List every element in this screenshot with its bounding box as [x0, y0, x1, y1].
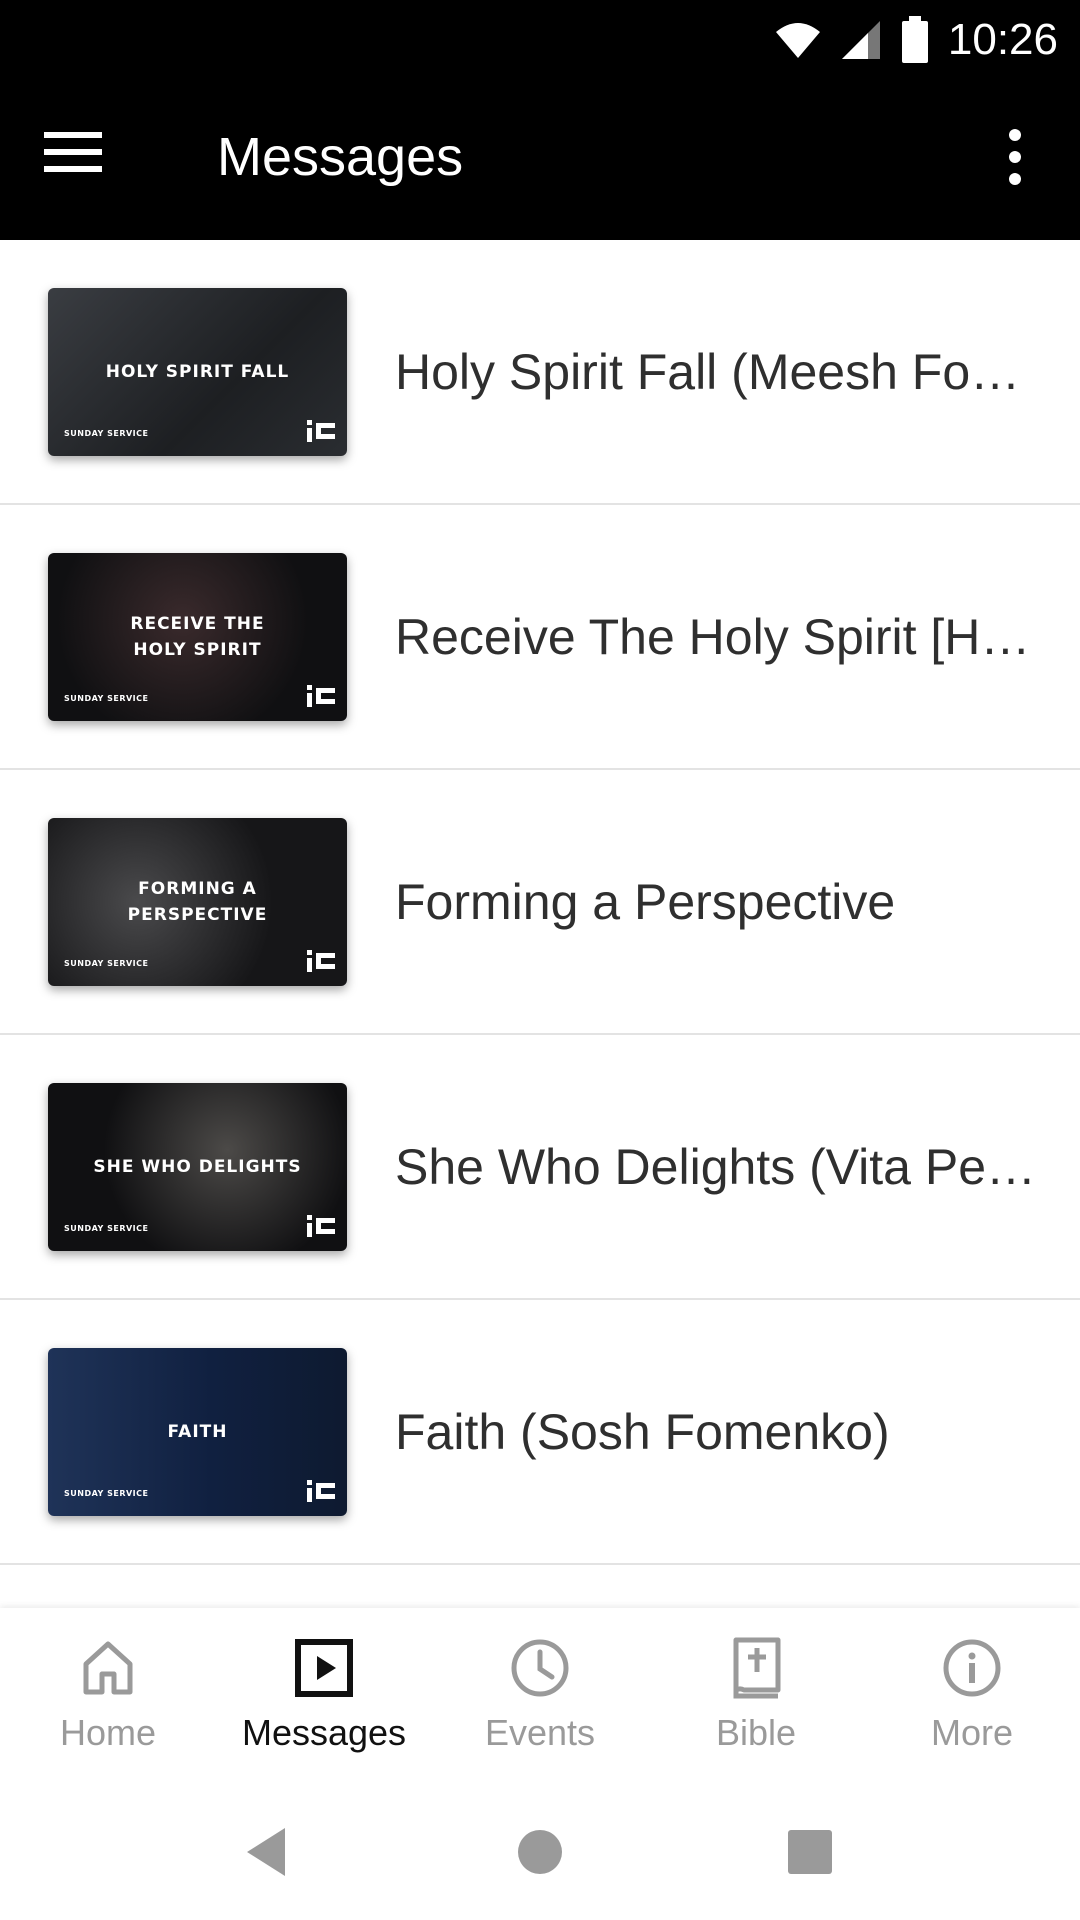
thumbnail-title: SHE WHO DELIGHTS: [93, 1157, 302, 1177]
church-logo-icon: [307, 1215, 335, 1237]
wifi-icon: [775, 23, 820, 58]
message-thumbnail: HOLY SPIRIT FALL SUNDAY SERVICE: [48, 288, 347, 456]
message-list: HOLY SPIRIT FALL SUNDAY SERVICE Holy Spi…: [0, 240, 1080, 1565]
message-title: Receive The Holy Spirit [H…: [395, 608, 1031, 665]
app-bar: Messages: [0, 80, 1080, 240]
thumbnail-subtitle: SUNDAY SERVICE: [64, 959, 149, 968]
nav-messages[interactable]: Messages: [216, 1608, 432, 1780]
thumbnail-title: FORMING A PERSPECTIVE: [127, 879, 268, 925]
message-thumbnail: RECEIVE THE HOLY SPIRIT SUNDAY SERVICE: [48, 553, 347, 721]
thumbnail-title: RECEIVE THE HOLY SPIRIT: [130, 614, 265, 660]
message-item[interactable]: HOLY SPIRIT FALL SUNDAY SERVICE Holy Spi…: [0, 240, 1080, 505]
bible-icon: [733, 1637, 781, 1699]
church-logo-icon: [307, 950, 335, 972]
thumbnail-title: FAITH: [167, 1422, 228, 1442]
status-time: 10:26: [947, 15, 1058, 64]
home-circle-icon[interactable]: [510, 1822, 570, 1882]
status-icons: 10:26: [774, 10, 1058, 70]
recents-square-icon[interactable]: [780, 1822, 840, 1882]
hamburger-menu-icon: [44, 132, 102, 172]
overflow-menu-button[interactable]: [980, 125, 1050, 195]
message-item[interactable]: RECEIVE THE HOLY SPIRIT SUNDAY SERVICE R…: [0, 505, 1080, 770]
thumbnail-subtitle: SUNDAY SERVICE: [64, 429, 149, 438]
clock-icon: [511, 1639, 569, 1697]
system-navigation-bar: [0, 1780, 1080, 1920]
thumbnail-subtitle: SUNDAY SERVICE: [64, 694, 149, 703]
message-item[interactable]: FORMING A PERSPECTIVE SUNDAY SERVICE For…: [0, 770, 1080, 1035]
status-bar: 10:26: [0, 0, 1080, 80]
church-logo-icon: [307, 685, 335, 707]
bottom-navigation: Home Messages Events Bible More: [0, 1608, 1080, 1780]
thumbnail-subtitle: SUNDAY SERVICE: [64, 1489, 149, 1498]
message-thumbnail: FORMING A PERSPECTIVE SUNDAY SERVICE: [48, 818, 347, 986]
message-title: She Who Delights (Vita Pe…: [395, 1138, 1037, 1195]
back-icon[interactable]: [237, 1822, 297, 1882]
info-icon: [943, 1639, 1001, 1697]
nav-events-label: Events: [484, 1712, 596, 1753]
nav-events[interactable]: Events: [432, 1608, 648, 1780]
page-title: Messages: [217, 127, 464, 187]
message-title: Forming a Perspective: [395, 873, 896, 930]
nav-more[interactable]: More: [864, 1608, 1080, 1780]
play-square-icon: [295, 1639, 353, 1697]
nav-bible-label: Bible: [715, 1712, 797, 1753]
message-thumbnail: FAITH SUNDAY SERVICE: [48, 1348, 347, 1516]
message-thumbnail: SHE WHO DELIGHTS SUNDAY SERVICE: [48, 1083, 347, 1251]
menu-button[interactable]: [44, 130, 116, 190]
message-item[interactable]: SHE WHO DELIGHTS SUNDAY SERVICE She Who …: [0, 1035, 1080, 1300]
nav-home-label: Home: [59, 1712, 157, 1753]
nav-home[interactable]: Home: [0, 1608, 216, 1780]
message-item[interactable]: FAITH SUNDAY SERVICE Faith (Sosh Fomenko…: [0, 1300, 1080, 1565]
message-title: Holy Spirit Fall (Meesh Fo…: [395, 343, 1021, 400]
thumbnail-subtitle: SUNDAY SERVICE: [64, 1224, 149, 1233]
battery-icon: [901, 16, 928, 63]
church-logo-icon: [307, 420, 335, 442]
home-icon: [83, 1641, 133, 1695]
church-logo-icon: [307, 1480, 335, 1502]
nav-messages-label: Messages: [241, 1712, 407, 1753]
thumbnail-title: HOLY SPIRIT FALL: [105, 362, 290, 382]
message-title: Faith (Sosh Fomenko): [395, 1403, 890, 1460]
nav-more-label: More: [930, 1712, 1014, 1753]
cell-signal-icon: [841, 21, 880, 59]
more-vert-icon: [1009, 129, 1021, 185]
nav-bible[interactable]: Bible: [648, 1608, 864, 1780]
